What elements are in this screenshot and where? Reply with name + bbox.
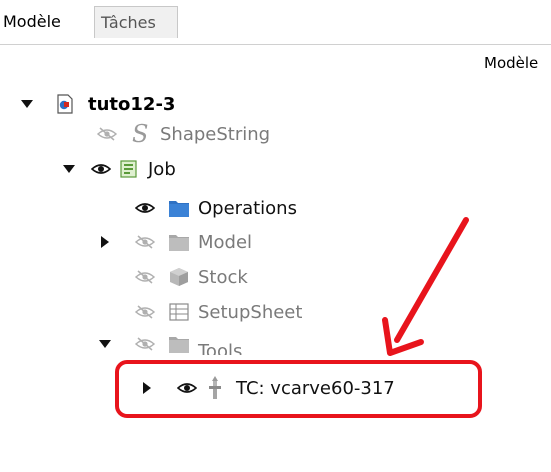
svg-text:S: S — [132, 122, 148, 146]
tree-item-label: ShapeString — [160, 123, 271, 145]
shapestring-icon: S — [130, 122, 152, 146]
tree-item-stock[interactable]: Stock — [134, 261, 248, 293]
tree-item-job[interactable]: Job — [62, 153, 176, 185]
tree-item-root[interactable]: tuto12-3 — [20, 88, 175, 120]
tree-item-tools[interactable]: Tools — [98, 333, 242, 355]
stock-cube-icon — [168, 266, 190, 288]
folder-icon — [168, 197, 190, 219]
tab-taches[interactable]: Tâches — [94, 6, 178, 38]
tree-item-label: Job — [148, 158, 176, 180]
tree-item-label: Operations — [198, 197, 297, 219]
spreadsheet-icon — [168, 301, 190, 323]
collapse-arrow-icon[interactable] — [98, 235, 112, 249]
eye-hidden-icon[interactable] — [134, 336, 156, 352]
tree-item-shapestring[interactable]: S ShapeString — [96, 118, 270, 150]
tree-item-label: Model — [198, 231, 253, 253]
annotation-highlight-box — [115, 360, 482, 418]
tree-item-model[interactable]: Model — [98, 226, 252, 258]
eye-hidden-icon[interactable] — [134, 269, 156, 285]
tab-divider — [0, 44, 551, 45]
tree-item-operations[interactable]: Operations — [134, 192, 297, 224]
folder-icon — [168, 333, 190, 355]
tree-item-label: SetupSheet — [198, 301, 303, 323]
tree-item-setupsheet[interactable]: SetupSheet — [134, 296, 302, 328]
tree-item-label: Tools — [198, 340, 243, 356]
eye-visible-icon[interactable] — [90, 161, 112, 177]
tree-item-label: Stock — [198, 266, 248, 288]
eye-hidden-icon[interactable] — [96, 126, 118, 142]
job-icon — [118, 158, 140, 180]
eye-hidden-icon[interactable] — [134, 304, 156, 320]
eye-hidden-icon[interactable] — [134, 234, 156, 250]
tab-bar: Modèle Tâches — [0, 0, 551, 44]
expand-arrow-icon[interactable] — [20, 97, 34, 111]
tree-item-label: tuto12-3 — [88, 93, 176, 115]
expand-arrow-icon[interactable] — [62, 162, 76, 176]
tab-modele[interactable]: Modèle — [0, 6, 90, 38]
expand-arrow-icon[interactable] — [98, 337, 112, 351]
panel-header-label: Modèle — [484, 54, 539, 72]
document-icon — [54, 93, 76, 115]
eye-visible-icon[interactable] — [134, 200, 156, 216]
folder-icon — [168, 231, 190, 253]
